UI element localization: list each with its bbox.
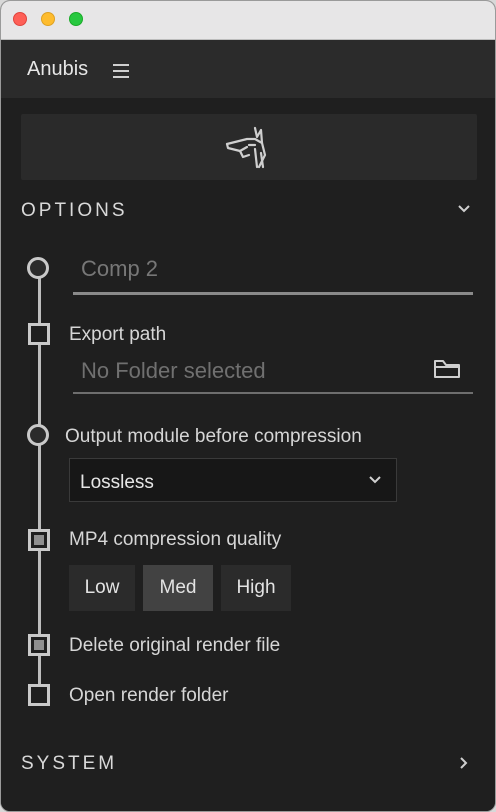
comp-node-icon	[27, 257, 49, 279]
anubis-logo	[225, 126, 267, 169]
export-path-label: Export path	[69, 324, 167, 345]
output-module-select[interactable]: Lossless	[69, 458, 397, 502]
quality-low-button[interactable]: Low	[69, 565, 135, 611]
output-module-label: Output module before compression	[65, 426, 362, 447]
export-path-placeholder: No Folder selected	[81, 358, 266, 383]
mp4-quality-label: MP4 compression quality	[69, 529, 282, 550]
export-path-field[interactable]: No Folder selected	[73, 350, 473, 394]
chevron-right-icon	[460, 757, 468, 769]
close-button[interactable]	[13, 12, 27, 26]
options-section-label: OPTIONS	[21, 200, 128, 221]
quality-high-button[interactable]: High	[221, 565, 291, 611]
logo-banner	[21, 114, 477, 180]
open-folder-label: Open render folder	[69, 685, 229, 706]
delete-original-label: Delete original render file	[69, 635, 281, 656]
output-module-value: Lossless	[80, 472, 154, 493]
comp-name-value: Comp 2	[81, 256, 159, 281]
chevron-down-icon	[369, 476, 381, 484]
comp-name-field[interactable]: Comp 2	[73, 248, 473, 295]
output-module-node-icon	[27, 424, 49, 446]
system-section-label: SYSTEM	[21, 753, 118, 774]
open-folder-checkbox[interactable]	[28, 684, 50, 706]
options-section-header[interactable]: OPTIONS	[21, 198, 477, 228]
folder-icon[interactable]	[433, 358, 461, 380]
panel-content: OPTIONS Comp 2 Export path No Folder sel…	[1, 98, 495, 811]
zoom-button[interactable]	[69, 12, 83, 26]
export-path-checkbox[interactable]	[28, 323, 50, 345]
mp4-quality-checkbox[interactable]	[28, 529, 50, 551]
delete-original-checkbox[interactable]	[28, 634, 50, 656]
app-window: Anubis OPTIONS Comp 2 Export path No Fol…	[0, 0, 496, 812]
hamburger-icon[interactable]	[113, 64, 129, 78]
minimize-button[interactable]	[41, 12, 55, 26]
panel-tab-bar: Anubis	[1, 40, 495, 98]
chevron-down-icon	[458, 205, 470, 213]
quality-med-button[interactable]: Med	[143, 565, 213, 611]
system-section-header[interactable]: SYSTEM	[21, 751, 477, 781]
title-bar	[1, 1, 495, 40]
panel-title: Anubis	[27, 58, 89, 80]
